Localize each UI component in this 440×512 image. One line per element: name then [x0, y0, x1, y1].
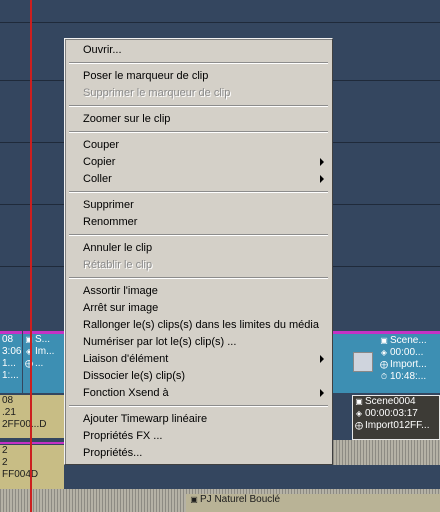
- clip-label: 2: [2, 457, 8, 468]
- menu-item-renommer[interactable]: Renommer: [83, 216, 137, 228]
- clip-label: 2FF00...D: [2, 419, 47, 430]
- clip-line: ◈ 00:00...: [378, 347, 427, 359]
- video-clip[interactable]: ▣ Scene... ◈ 00:00... ⨁ Import... ⏱ 10:48:..…: [333, 331, 440, 393]
- import-icon: ⨁: [380, 360, 388, 369]
- clip-line: ▣ Scene...: [378, 335, 427, 347]
- clip-label: 1...: [2, 358, 16, 369]
- menu-item-couper[interactable]: Couper: [83, 139, 119, 151]
- clip-label: 08: [2, 395, 14, 406]
- clip-line: ⨁ Import012FF...: [353, 420, 439, 432]
- clip-label: FF004D: [2, 469, 39, 480]
- audio-waveform: [333, 440, 440, 465]
- clip-label: S...: [35, 334, 51, 345]
- submenu-arrow-icon: [320, 158, 324, 166]
- timecode-icon: ◈: [355, 409, 363, 418]
- clip-line: ⏱ 10:48:...: [378, 371, 427, 383]
- menu-item-supprimer[interactable]: Supprimer: [83, 199, 134, 211]
- clip-label: 2: [2, 445, 8, 456]
- audio-clip[interactable]: 2 2 FF004D: [0, 445, 64, 489]
- clip-label: Scene0004: [365, 396, 416, 407]
- menu-separator: [69, 191, 328, 193]
- submenu-arrow-icon: [320, 389, 324, 397]
- menu-item-liaison[interactable]: Liaison d'élément: [83, 353, 168, 365]
- clip-label: Import012FF...: [365, 420, 430, 431]
- clip-label: 00:00...: [390, 347, 424, 358]
- film-icon: ▣: [355, 397, 363, 406]
- menu-separator: [69, 105, 328, 107]
- clip-label: ...: [35, 358, 44, 369]
- menu-item-proprietes[interactable]: Propriétés...: [83, 447, 142, 459]
- film-icon: ▣: [380, 336, 388, 345]
- menu-item-retablir-clip[interactable]: Rétablir le clip: [83, 259, 152, 271]
- clip-label: 1:...: [2, 370, 19, 381]
- menu-item-numeriser[interactable]: Numériser par lot le(s) clip(s) ...: [83, 336, 236, 348]
- audio-clip[interactable]: ▣ Scene0004 ◈ 00:00:03:17 ⨁ Import012FF...: [352, 395, 440, 440]
- clip-label: 00:00:03:17: [365, 408, 418, 419]
- audio-clip[interactable]: 08 .21 2FF00...D: [0, 395, 64, 438]
- clip-line: ◈ 00:00:03:17: [353, 408, 439, 420]
- menu-item-poser-marqueur[interactable]: Poser le marqueur de clip: [83, 70, 208, 82]
- menu-item-arret-image[interactable]: Arrêt sur image: [83, 302, 158, 314]
- clip-label: 10:48:...: [390, 371, 427, 382]
- menu-item-assortir-image[interactable]: Assortir l'image: [83, 285, 158, 297]
- clip-label: 3:06: [2, 346, 22, 357]
- menu-item-dissocier[interactable]: Dissocier le(s) clip(s): [83, 370, 185, 382]
- film-icon: ▣: [190, 495, 198, 504]
- clip-body: 08 3:06 1... 1:...: [0, 334, 22, 393]
- submenu-arrow-icon: [320, 175, 324, 183]
- menu-separator: [69, 405, 328, 407]
- timecode-icon: ◈: [380, 348, 388, 357]
- menu-separator: [69, 62, 328, 64]
- clock-icon: ⏱: [380, 372, 388, 381]
- track-divider: [0, 22, 440, 23]
- clip-thumbnail: [353, 352, 373, 372]
- clip-info: ▣ Scene... ◈ 00:00... ⨁ Import... ⏱ 10:48:..…: [378, 335, 427, 383]
- clip-label: 08: [2, 334, 14, 345]
- video-clip[interactable]: 08 3:06 1... 1:...: [0, 331, 22, 393]
- clip-line: ⨁ Import...: [378, 359, 427, 371]
- menu-item-timewarp[interactable]: Ajouter Timewarp linéaire: [83, 413, 207, 425]
- clip-label: Scene...: [390, 335, 427, 346]
- clip-label: Im...: [35, 346, 55, 357]
- menu-item-ouvrir[interactable]: Ouvrir...: [83, 44, 122, 56]
- clip-header: [0, 442, 64, 444]
- clip-label: .21: [2, 407, 16, 418]
- menu-item-proprietes-fx[interactable]: Propriétés FX ...: [83, 430, 162, 442]
- menu-separator: [69, 131, 328, 133]
- playhead[interactable]: [30, 0, 32, 512]
- clip-label: Import...: [390, 359, 427, 370]
- menu-item-annuler-clip[interactable]: Annuler le clip: [83, 242, 152, 254]
- menu-separator: [69, 277, 328, 279]
- menu-item-zoomer[interactable]: Zoomer sur le clip: [83, 113, 170, 125]
- clip-label: PJ Naturel Bouclé: [200, 494, 281, 505]
- menu-item-xsend[interactable]: Fonction Xsend à: [83, 387, 169, 399]
- menu-item-coller[interactable]: Coller: [83, 173, 112, 185]
- context-menu: Ouvrir... Poser le marqueur de clip Supp…: [64, 38, 333, 465]
- menu-separator: [69, 234, 328, 236]
- audio-clip[interactable]: ▣ PJ Naturel Bouclé: [186, 494, 440, 512]
- clip-line: ▣ Scene0004: [353, 396, 439, 408]
- clip-body: ▣ Scene... ◈ 00:00... ⨁ Import... ⏱ 10:48:..…: [333, 334, 440, 393]
- menu-item-rallonger[interactable]: Rallonger le(s) clips(s) dans les limite…: [83, 319, 319, 331]
- import-icon: ⨁: [355, 421, 363, 430]
- menu-item-copier[interactable]: Copier: [83, 156, 115, 168]
- submenu-arrow-icon: [320, 355, 324, 363]
- clip-line: ▣ PJ Naturel Bouclé: [186, 494, 440, 506]
- menu-item-supprimer-marqueur[interactable]: Supprimer le marqueur de clip: [83, 87, 230, 99]
